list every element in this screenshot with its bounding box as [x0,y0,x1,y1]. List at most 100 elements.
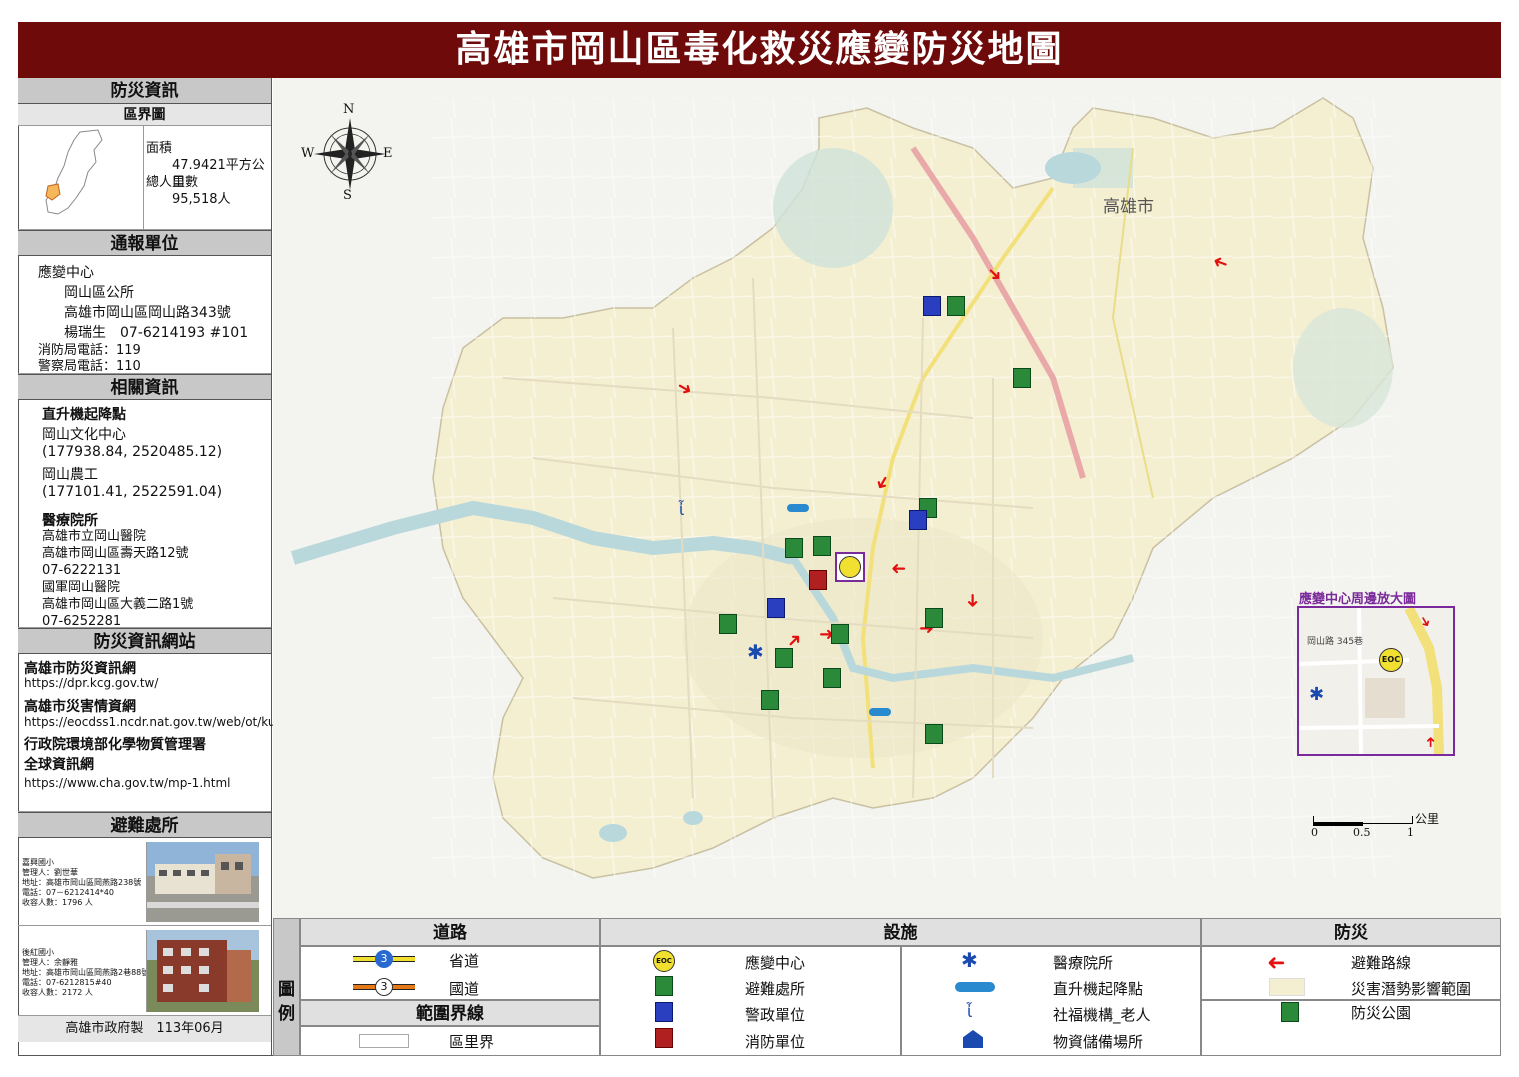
heli-title: 直升機起降點 [42,407,126,423]
heli-2-coord: (177101.41, 2522591.04) [42,484,223,500]
legend-evac-route: 避難路線 [1351,954,1412,972]
legend-side-2: 例 [278,1004,295,1024]
web-1-url[interactable]: https://dpr.kcg.gov.tw/ [24,676,158,690]
shelter-icon[interactable] [1013,368,1031,388]
eoc-contact: 楊瑞生 07-6214193 #101 [64,325,249,341]
heli-2-name: 岡山農工 [42,467,98,483]
web-2-url[interactable]: https://eocdss1.ncdr.nat.gov.tw/web/ot/k… [24,715,276,729]
shelter-2-photo [146,930,259,1012]
inset-eoc-icon: EOC [1379,648,1403,672]
shelter-icon[interactable] [925,724,943,744]
fire-legend-icon [655,1028,673,1048]
district-boundary-swatch [359,1034,409,1048]
shelter-icon[interactable] [719,614,737,634]
eoc-office: 岡山區公所 [64,285,134,301]
shelter-icon[interactable] [775,648,793,668]
shelter-1-name: 嘉興國小 [22,858,54,867]
population-value: 95,518人 [172,192,231,207]
medical-title: 醫療院所 [42,513,98,529]
legend-national-road: 國道 [449,980,480,998]
police-icon[interactable] [767,598,785,618]
scale-1: 1 [1407,826,1414,839]
inset-road-label: 岡山路 345巷 [1307,637,1364,647]
fire-phone: 消防局電話：119 [38,343,141,358]
fire-station-icon[interactable] [809,570,827,590]
map-title: 高雄市岡山區毒化救災應變防災地圖 [18,22,1501,78]
legend-medical: 醫療院所 [1053,954,1114,972]
heli-1-coord: (177938.84, 2520485.12) [42,444,223,460]
shelter-2-name: 後紅國小 [22,948,54,957]
report-title: 通報單位 [18,230,271,256]
boundary-section: 面積 47.9421平方公里 總人口數 95,518人 [18,126,271,230]
eoc-marker[interactable] [835,552,865,582]
hospital-2-phone: 07-6252281 [42,614,122,629]
report-section: 應變中心 岡山區公所 高雄市岡山區岡山路343號 楊瑞生 07-6214193 … [18,256,271,374]
shelter-icon[interactable] [831,624,849,644]
provincial-road-icon: 3 [375,950,393,968]
shelter-2-address: 地址：高雄市岡山區岡燕路2巷88號 [22,968,150,977]
web-2-name: 高雄市災害情資網 [24,699,136,715]
footer-credit: 高雄市政府製 113年06月 [18,1016,271,1042]
police-phone: 警察局電話：110 [38,359,141,374]
shelter-icon[interactable] [785,538,803,558]
medical-legend-icon: ✱ [961,948,978,972]
evac-route-legend-icon: ➜ [1267,950,1286,975]
legend: 圖 例 道路 設施 防災 3 省道 3 國道 範圍界線 區里界 EOC 應變中心… [273,918,1501,1056]
web-3-url[interactable]: https://www.cha.gov.tw/mp-1.html [24,776,230,790]
legend-side-1: 圖 [278,980,295,1000]
shelter-icon[interactable] [925,608,943,628]
web-1-name: 高雄市防災資訊網 [24,661,136,677]
legend-disaster-title: 防災 [1201,918,1501,946]
shelter-1-phone: 電話：07－6212414*40 [22,888,114,897]
legend-welfare: 社福機構_老人 [1053,1006,1151,1024]
legend-fire: 消防單位 [745,1033,806,1051]
map-canvas[interactable]: N S W E 高雄市 ➜ ➜ ➜ ➜ ➜ ➜ ➜ ➜ ➜ ✱ ἶ 應變中心周邊… [273,78,1501,918]
scale-05: 0.5 [1353,826,1371,839]
hospital-1-name: 高雄市立岡山醫院 [42,529,147,544]
hospital-1-phone: 07-6222131 [42,563,122,578]
compass-e: E [383,146,393,161]
shelter-icon[interactable] [813,536,831,556]
hospital-2-name: 國軍岡山醫院 [42,580,121,595]
web-3-name: 行政院環境部化學物質管理署 [24,737,206,753]
medical-icon[interactable]: ✱ [747,640,764,664]
shelter-1: 嘉興國小 管理人：劉世華 地址：高雄市岡山區岡燕路238號 電話：07－6212… [18,838,271,926]
police-icon[interactable] [923,296,941,316]
inset-evac-arrow-icon: ➜ [1422,736,1439,748]
web-section: 高雄市防災資訊網 https://dpr.kcg.gov.tw/ 高雄市災害情資… [18,654,276,812]
legend-storage: 物資儲備場所 [1053,1033,1144,1051]
map-svg [273,78,1501,918]
national-road-icon: 3 [375,978,393,996]
hospital-1-address: 高雄市岡山區壽天路12號 [42,546,189,561]
police-icon[interactable] [909,510,927,530]
shelter-icon[interactable] [947,296,965,316]
shelter-icon[interactable] [761,690,779,710]
shelter-1-manager: 管理人：劉世華 [22,868,78,877]
shelter-1-address: 地址：高雄市岡山區岡燕路238號 [22,878,142,887]
shelter-2-phone: 電話：07-6212815#40 [22,978,112,987]
shelter-title: 避難處所 [18,812,271,838]
info-title: 防災資訊 [18,78,271,104]
legend-roads-title: 道路 [300,918,600,946]
disaster-park-icon[interactable] [823,668,841,688]
evac-arrow-icon: ➜ [891,558,907,579]
legend-eoc: 應變中心 [745,954,806,972]
web-title: 防災資訊網站 [18,628,271,654]
info-panel: 防災資訊 區界圖 面積 47.9421平方公里 總人口數 95,518人 通報單… [18,78,276,1056]
eoc-label: 應變中心 [38,265,94,281]
population-label: 總人口數 [146,175,199,190]
helipad-icon[interactable] [787,504,809,512]
eoc-address: 高雄市岡山區岡山路343號 [64,305,231,321]
boundary-title: 區界圖 [18,104,271,126]
legend-police: 警政單位 [745,1006,806,1024]
related-section: 直升機起降點 岡山文化中心 (177938.84, 2520485.12) 岡山… [18,400,271,629]
eoc-icon: EOC [653,950,675,972]
helipad-icon[interactable] [869,708,891,716]
national-road-swatch: 3 [353,978,415,996]
inset-map[interactable]: 岡山路 345巷 EOC ✱ ➜ ➜ [1297,605,1455,756]
related-title: 相關資訊 [18,374,271,400]
area-label: 面積 [146,141,173,156]
inset-medical-icon: ✱ [1309,684,1325,705]
police-legend-icon [655,1002,673,1022]
welfare-elderly-icon[interactable]: ἶ [679,500,684,519]
